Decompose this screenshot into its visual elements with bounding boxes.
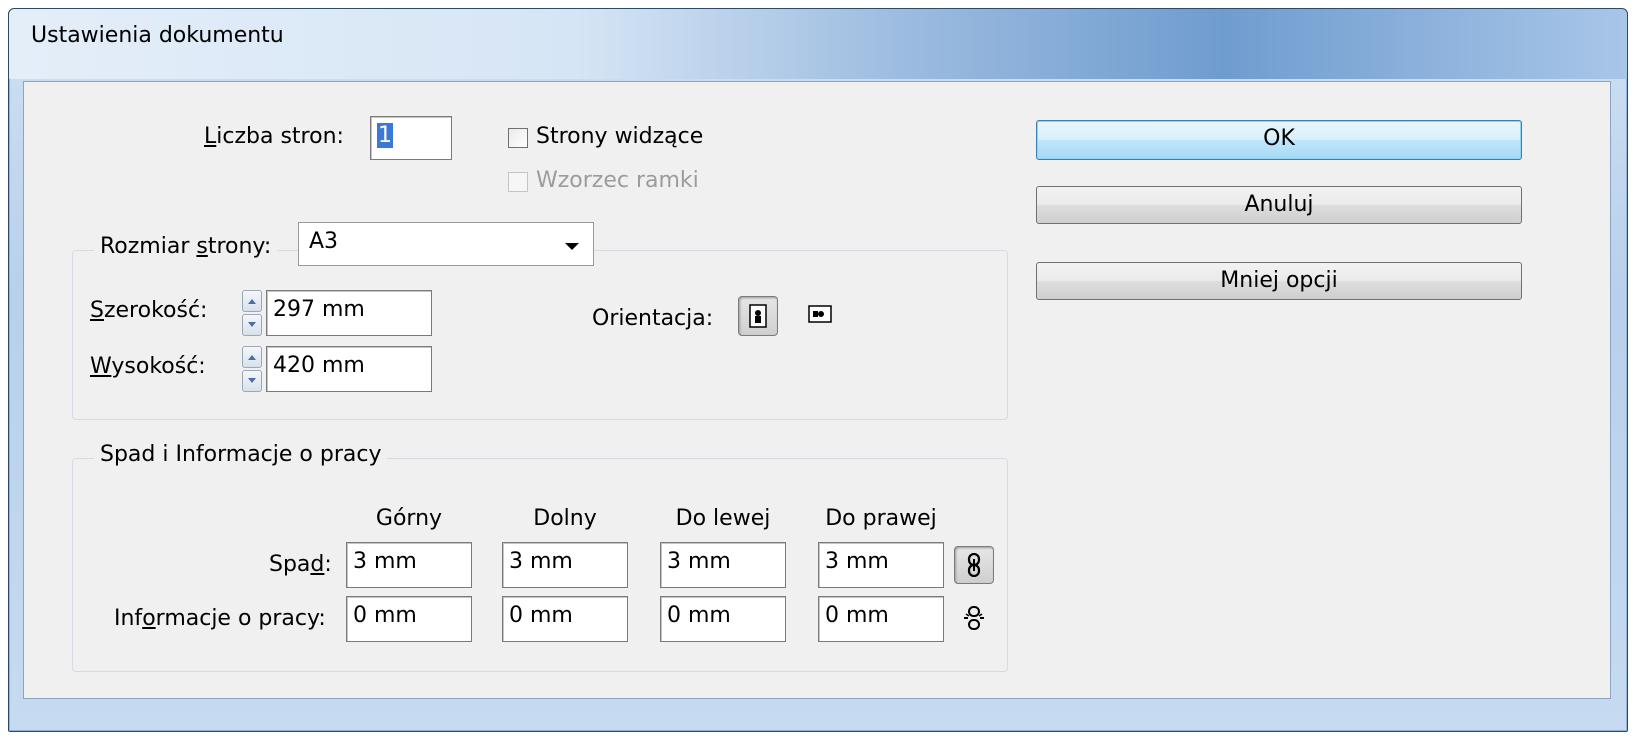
height-input[interactable]: 420 mm <box>266 346 432 392</box>
slug-link-button[interactable] <box>954 600 994 638</box>
master-frame-checkbox[interactable] <box>508 172 528 192</box>
chain-link-icon <box>967 552 981 578</box>
slug-right-input[interactable]: 0 mm <box>818 596 944 642</box>
chevron-down-icon <box>565 243 579 250</box>
landscape-page-icon <box>808 305 832 323</box>
height-increment[interactable] <box>242 346 262 368</box>
pages-label: Liczba stron: <box>204 124 344 149</box>
slug-label: Informacje o pracy: <box>114 606 326 631</box>
page-size-select[interactable]: A3 <box>298 222 594 266</box>
arrow-down-icon <box>248 322 256 327</box>
bleed-slug-title: Spad i Informacje o pracy <box>94 442 388 467</box>
ok-button[interactable]: OK <box>1036 120 1522 160</box>
height-label: Wysokość: <box>90 354 206 379</box>
master-frame-label: Wzorzec ramki <box>536 168 699 193</box>
broken-chain-icon <box>964 606 984 630</box>
facing-pages-label[interactable]: Strony widzące <box>536 124 703 149</box>
height-decrement[interactable] <box>242 370 262 392</box>
cancel-button[interactable]: Anuluj <box>1036 186 1522 224</box>
dialog-title: Ustawienia dokumentu <box>31 23 284 48</box>
width-spinner[interactable] <box>242 290 262 336</box>
height-spinner[interactable] <box>242 346 262 392</box>
slug-left-input[interactable]: 0 mm <box>660 596 786 642</box>
width-label: Szerokość: <box>90 298 208 323</box>
bleed-label: Spad: <box>269 552 332 577</box>
landscape-orientation-button[interactable] <box>800 296 840 336</box>
bleed-right-input[interactable]: 3 mm <box>818 542 944 588</box>
page-size-label: Rozmiar strony: <box>94 234 278 259</box>
orientation-label: Orientacja: <box>592 306 714 331</box>
slug-bottom-input[interactable]: 0 mm <box>502 596 628 642</box>
bleed-bottom-input[interactable]: 3 mm <box>502 542 628 588</box>
arrow-down-icon <box>248 378 256 383</box>
page-size-group <box>72 250 1008 420</box>
arrow-up-icon <box>248 355 256 360</box>
arrow-up-icon <box>248 299 256 304</box>
bleed-left-input[interactable]: 3 mm <box>660 542 786 588</box>
bleed-top-input[interactable]: 3 mm <box>346 542 472 588</box>
page-size-value: A3 <box>309 229 339 254</box>
title-bar[interactable]: Ustawienia dokumentu <box>9 9 1627 79</box>
pages-input[interactable]: 1 <box>370 116 452 160</box>
width-input[interactable]: 297 mm <box>266 290 432 336</box>
column-left: Do lewej <box>675 506 771 531</box>
column-top: Górny <box>375 506 443 531</box>
column-right: Do prawej <box>825 506 937 531</box>
portrait-orientation-button[interactable] <box>738 296 778 336</box>
width-increment[interactable] <box>242 290 262 312</box>
width-decrement[interactable] <box>242 314 262 336</box>
dialog-body: Liczba stron: 1 Strony widzące Wzorzec r… <box>23 81 1611 699</box>
slug-top-input[interactable]: 0 mm <box>346 596 472 642</box>
facing-pages-checkbox[interactable] <box>508 128 528 148</box>
bleed-link-button[interactable] <box>954 546 994 584</box>
dialog-window: Ustawienia dokumentu Liczba stron: 1 Str… <box>8 8 1628 732</box>
column-bottom: Dolny <box>533 506 597 531</box>
portrait-page-icon <box>749 304 767 328</box>
fewer-options-button[interactable]: Mniej opcji <box>1036 262 1522 300</box>
